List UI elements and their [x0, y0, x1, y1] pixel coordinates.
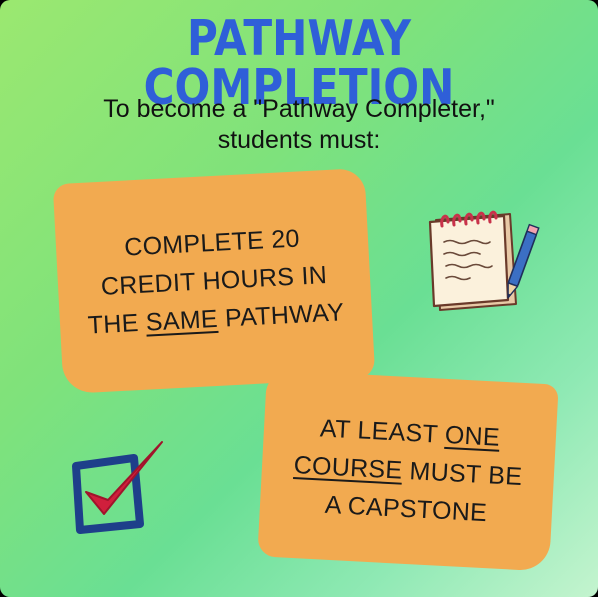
card2-underlined-word-1: ONE: [444, 420, 501, 452]
pathway-poster: PATHWAY COMPLETION To become a "Pathway …: [0, 0, 598, 597]
card1-line-3-pre: THE: [87, 308, 147, 340]
card2-line-3: A CAPSTONE: [324, 490, 488, 527]
card2-line-1-pre: AT LEAST: [319, 413, 446, 449]
subtitle-line-1: To become a "Pathway Completer,": [103, 95, 495, 123]
card1-underlined-word: SAME: [145, 304, 219, 337]
card2-underlined-word-2: COURSE: [293, 450, 404, 485]
card2-line-2-post: MUST BE: [401, 456, 523, 491]
checked-box-icon: [72, 441, 163, 534]
requirement-card-credit-hours: COMPLETE 20 CREDIT HOURS IN THE SAME PAT…: [52, 167, 376, 395]
notepad-with-pencil-icon: [428, 210, 540, 311]
poster-subtitle: To become a "Pathway Completer," student…: [0, 94, 598, 156]
requirement-card-capstone: AT LEAST ONE COURSE MUST BE A CAPSTONE: [257, 369, 559, 572]
card1-line-3-post: PATHWAY: [217, 298, 345, 333]
subtitle-line-2: students must:: [217, 126, 381, 154]
